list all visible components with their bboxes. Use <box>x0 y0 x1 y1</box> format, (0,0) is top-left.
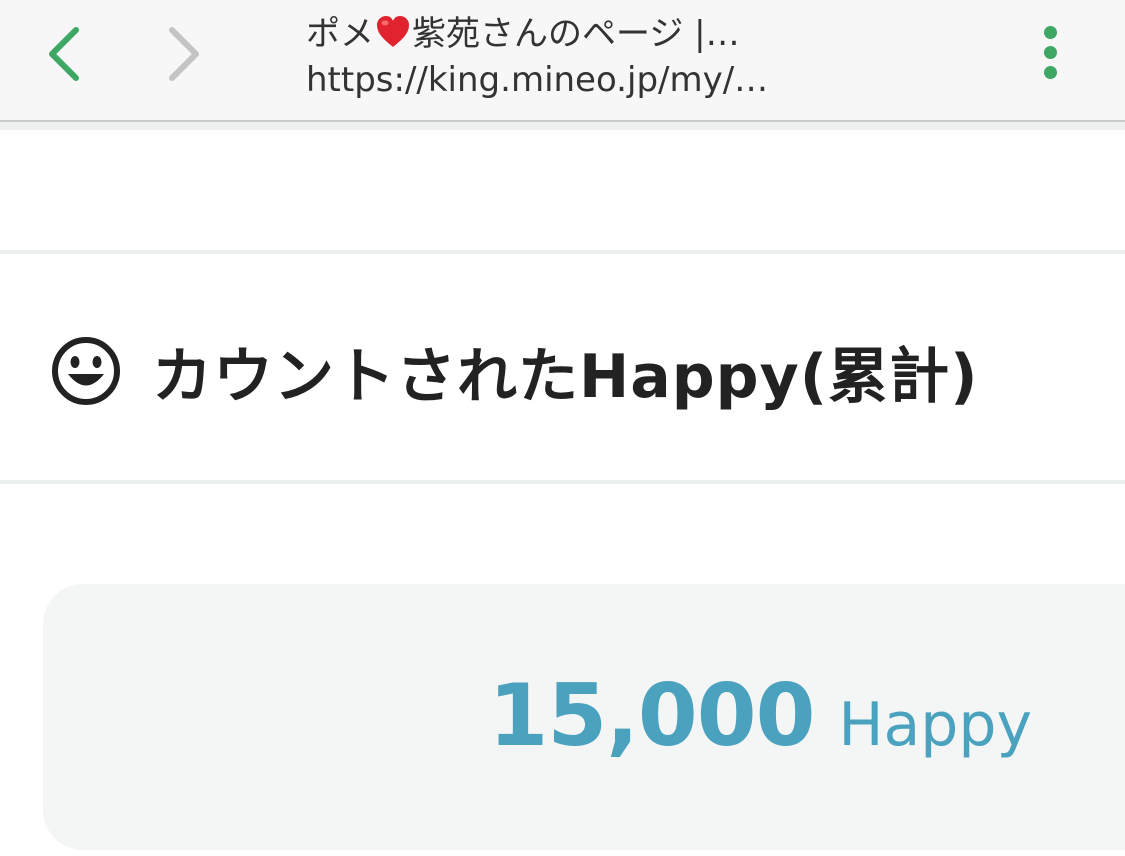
page-title-prefix: ポメ <box>306 14 374 54</box>
happy-count: 15,000 Happy <box>489 666 1032 766</box>
section-divider-bottom <box>0 480 1125 484</box>
happy-count-unit: Happy <box>838 690 1032 760</box>
back-button[interactable] <box>32 22 96 86</box>
more-menu-button[interactable] <box>1030 20 1070 86</box>
heart-emoji-icon <box>377 16 409 47</box>
section-title: カウントされたHappy(累計) <box>152 341 979 412</box>
section-heading: カウントされたHappy(累計) <box>50 326 979 416</box>
menu-dot <box>1044 66 1057 79</box>
page-title-suffix: 紫苑さんのページ |… <box>412 14 740 54</box>
browser-toolbar: ポメ 紫苑さんのページ |… https://king.mineo.jp/my/… <box>0 0 1125 122</box>
section-divider-top <box>0 250 1125 254</box>
url-field[interactable]: https://king.mineo.jp/my/… <box>306 58 768 102</box>
more-vertical-icon <box>1044 26 1057 39</box>
chevron-left-icon <box>49 27 79 81</box>
page: ポメ 紫苑さんのページ |… https://king.mineo.jp/my/…… <box>0 0 1125 856</box>
toolbar-shadow <box>0 122 1125 130</box>
page-title: ポメ 紫苑さんのページ |… <box>306 12 740 56</box>
forward-button[interactable] <box>150 22 214 86</box>
chevron-right-icon <box>169 27 199 81</box>
menu-dot <box>1044 46 1057 59</box>
happy-count-value: 15,000 <box>488 666 816 766</box>
smiley-icon <box>52 337 120 405</box>
